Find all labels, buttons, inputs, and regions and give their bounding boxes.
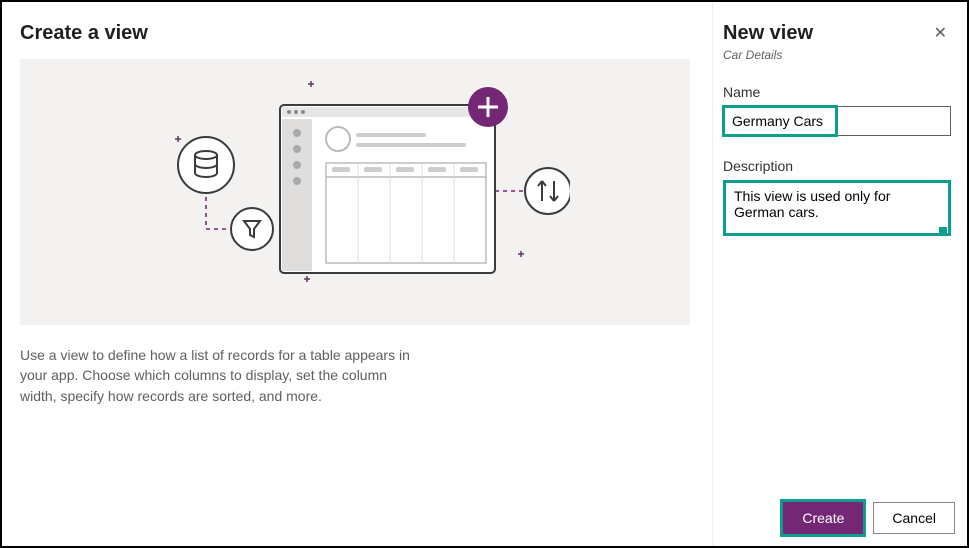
panel-title: New view bbox=[723, 22, 813, 45]
panel-subtitle: Car Details bbox=[723, 48, 951, 62]
description-input[interactable] bbox=[723, 180, 951, 236]
description-label: Description bbox=[723, 158, 951, 174]
name-label: Name bbox=[723, 84, 951, 100]
create-button[interactable]: Create bbox=[783, 502, 863, 534]
page-title: Create a view bbox=[20, 22, 694, 45]
name-input[interactable] bbox=[723, 106, 951, 136]
page-description: Use a view to define how a list of recor… bbox=[20, 345, 420, 406]
close-icon[interactable]: ✕ bbox=[930, 22, 951, 46]
cancel-button[interactable]: Cancel bbox=[873, 502, 955, 534]
illustration bbox=[20, 59, 690, 325]
